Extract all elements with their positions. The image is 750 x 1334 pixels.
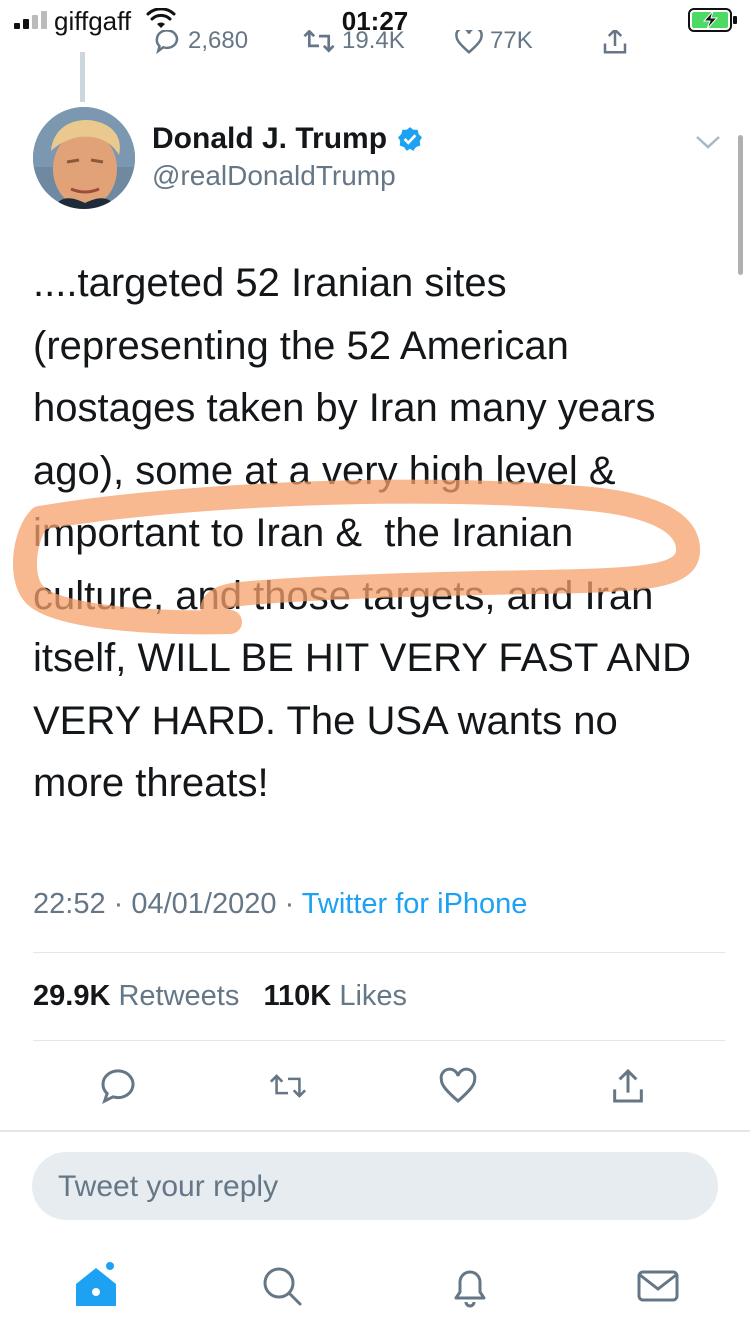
- verified-badge-icon: [398, 127, 422, 151]
- retweets-stat[interactable]: 29.9K Retweets: [33, 980, 239, 1012]
- previous-tweet-actions: 2,680 19.4K 77K: [0, 30, 750, 66]
- author-handle[interactable]: @realDonaldTrump: [152, 160, 396, 192]
- reply-icon: [155, 30, 179, 55]
- tweet-stats: 29.9K Retweets 110K Likes: [33, 980, 407, 1013]
- retweet-icon: [303, 30, 335, 53]
- tweet-date: 04/01/2020: [131, 888, 277, 920]
- share-icon: [603, 30, 627, 54]
- messages-icon[interactable]: [634, 1262, 682, 1310]
- tweet-source-link[interactable]: Twitter for iPhone: [302, 888, 528, 920]
- prev-reply-count: 2,680: [188, 30, 249, 54]
- likes-stat[interactable]: 110K Likes: [264, 980, 408, 1012]
- retweet-button[interactable]: [268, 1066, 308, 1106]
- reply-placeholder: Tweet your reply: [58, 1170, 279, 1203]
- prev-reply[interactable]: 2,680: [152, 30, 248, 56]
- prev-retweet[interactable]: 19.4K: [302, 30, 405, 56]
- notifications-icon[interactable]: [446, 1262, 494, 1310]
- meta-separator: ·: [113, 888, 132, 920]
- chevron-down-icon[interactable]: [694, 132, 722, 152]
- share-button[interactable]: [608, 1066, 648, 1106]
- search-icon[interactable]: [258, 1262, 306, 1310]
- author-name[interactable]: Donald J. Trump: [152, 122, 423, 156]
- like-button[interactable]: [438, 1066, 478, 1106]
- divider: [33, 952, 725, 953]
- prev-like-count: 77K: [490, 30, 533, 54]
- thread-line: [80, 52, 85, 102]
- likes-count: 110K: [263, 980, 332, 1012]
- like-icon: [455, 30, 483, 54]
- scrollbar[interactable]: [738, 135, 743, 275]
- prev-retweet-count: 19.4K: [342, 30, 405, 54]
- tweet-time: 22:52: [33, 888, 106, 920]
- avatar-image: [33, 107, 135, 209]
- meta-separator: ·: [284, 888, 302, 920]
- home-icon[interactable]: [72, 1262, 120, 1310]
- likes-label: Likes: [339, 980, 408, 1012]
- avatar[interactable]: [33, 107, 135, 209]
- prev-like[interactable]: 77K: [454, 30, 533, 56]
- tweet-meta: 22:52 · 04/01/2020 · Twitter for iPhone: [33, 888, 527, 921]
- battery-charging-icon: [688, 8, 737, 32]
- prev-share[interactable]: [600, 30, 630, 56]
- retweets-label: Retweets: [118, 980, 240, 1012]
- reply-button[interactable]: [98, 1066, 138, 1106]
- divider: [33, 1040, 725, 1041]
- retweets-count: 29.9K: [33, 980, 111, 1012]
- tweet-text: ....targeted 52 Iranian sites (represent…: [33, 261, 692, 805]
- author-name-text: Donald J. Trump: [152, 122, 388, 155]
